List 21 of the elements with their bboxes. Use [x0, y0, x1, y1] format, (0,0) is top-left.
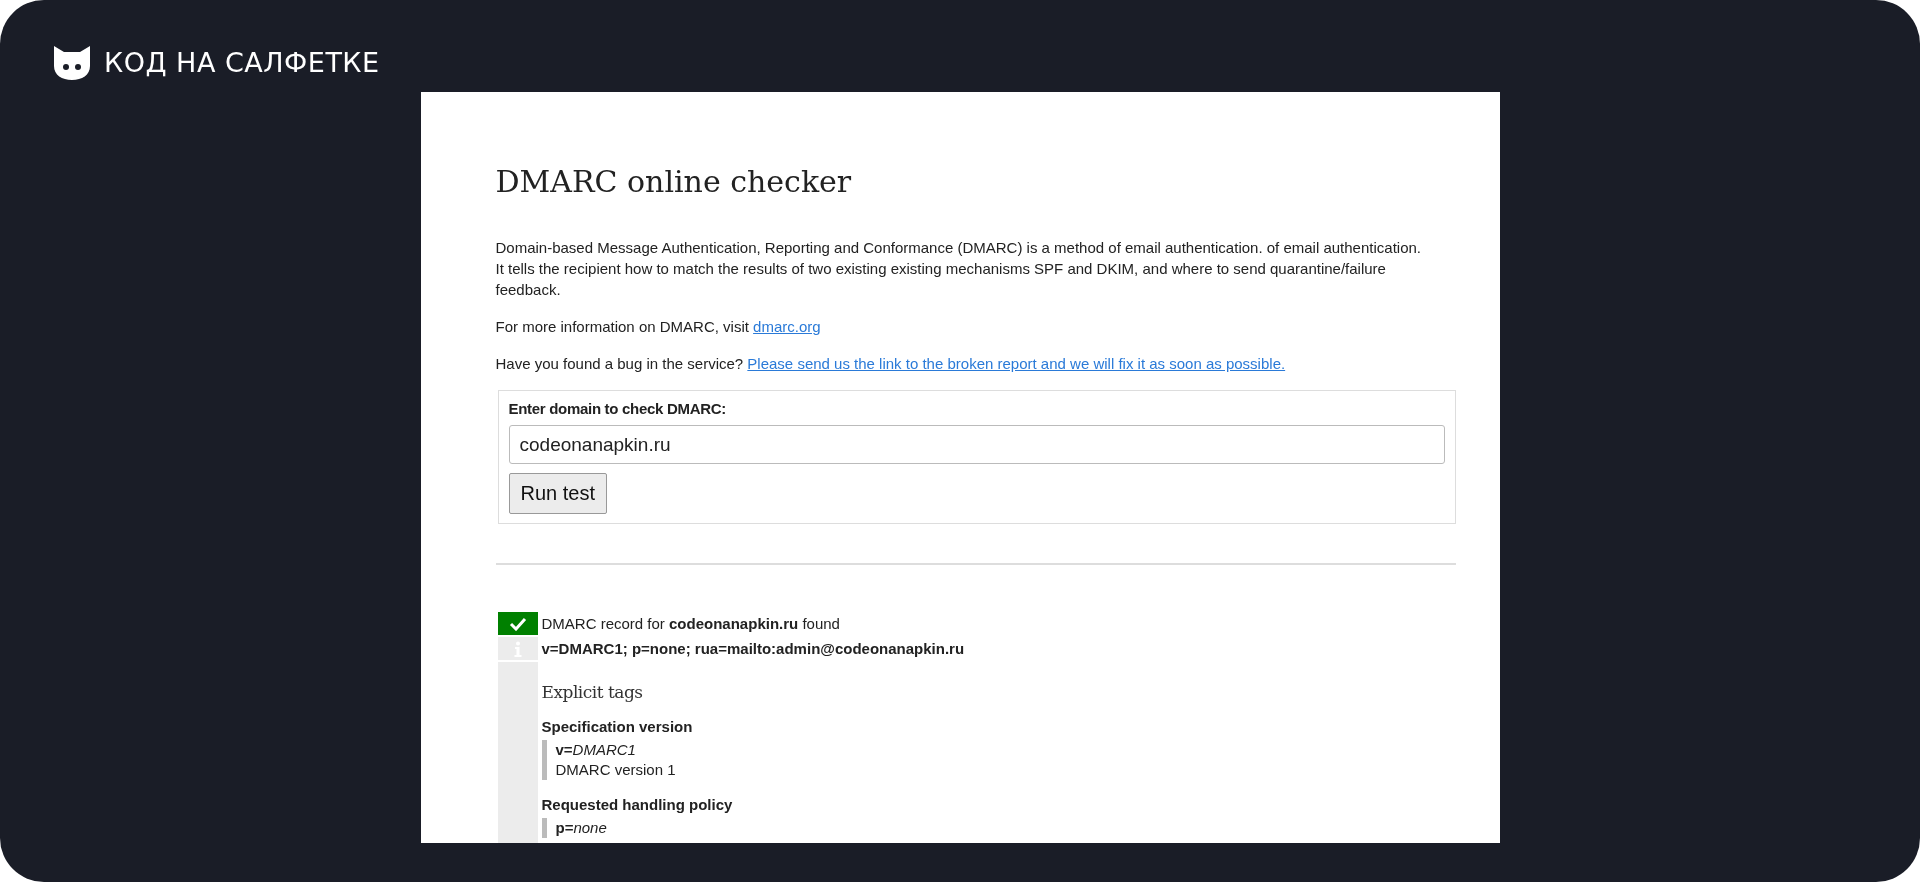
tag-value: p=none	[555, 818, 607, 838]
bug-report-link[interactable]: Please send us the link to the broken report and we will fix it as soon as possible.	[747, 355, 1286, 372]
quote-bar	[541, 818, 547, 838]
tag-title: Specification version	[541, 718, 694, 735]
domain-input[interactable]: codeonanapkin.ru	[508, 425, 1445, 464]
tag-value: v=DMARC1	[555, 740, 637, 760]
info-text: For more information on DMARC, visit	[495, 318, 749, 335]
page-title: DMARC online checker	[495, 164, 853, 199]
tag-title: Requested handling policy	[541, 796, 734, 813]
tag-description: DMARC version 1	[555, 760, 676, 780]
status-text: DMARC record for codeonanapkin.ru found	[541, 614, 841, 634]
run-test-button[interactable]: Run test	[508, 473, 607, 514]
dmarc-record-text: v=DMARC1; p=none; rua=mailto:admin@codeonanapkin.ru	[541, 639, 966, 659]
cat-logo-icon	[52, 44, 92, 80]
brand-name: КОД НА САЛФЕТКЕ	[104, 46, 380, 78]
intro-paragraph: Domain-based Message Authentication, Reporting and Conformance (DMARC) is a method of email authentication. of email authentication. It tells the recipient how to match the results of two existing existing mechanisms SPF and DKIM, and where to send quarantine/failure feedback.	[495, 238, 1422, 300]
dmarc-link[interactable]: dmarc.org	[753, 318, 821, 335]
form-label: Enter domain to check DMARC:	[508, 400, 727, 417]
bug-report-text: Have you found a bug in the service?	[495, 355, 744, 372]
quote-bar	[541, 740, 547, 780]
section-title: Explicit tags	[541, 682, 644, 702]
